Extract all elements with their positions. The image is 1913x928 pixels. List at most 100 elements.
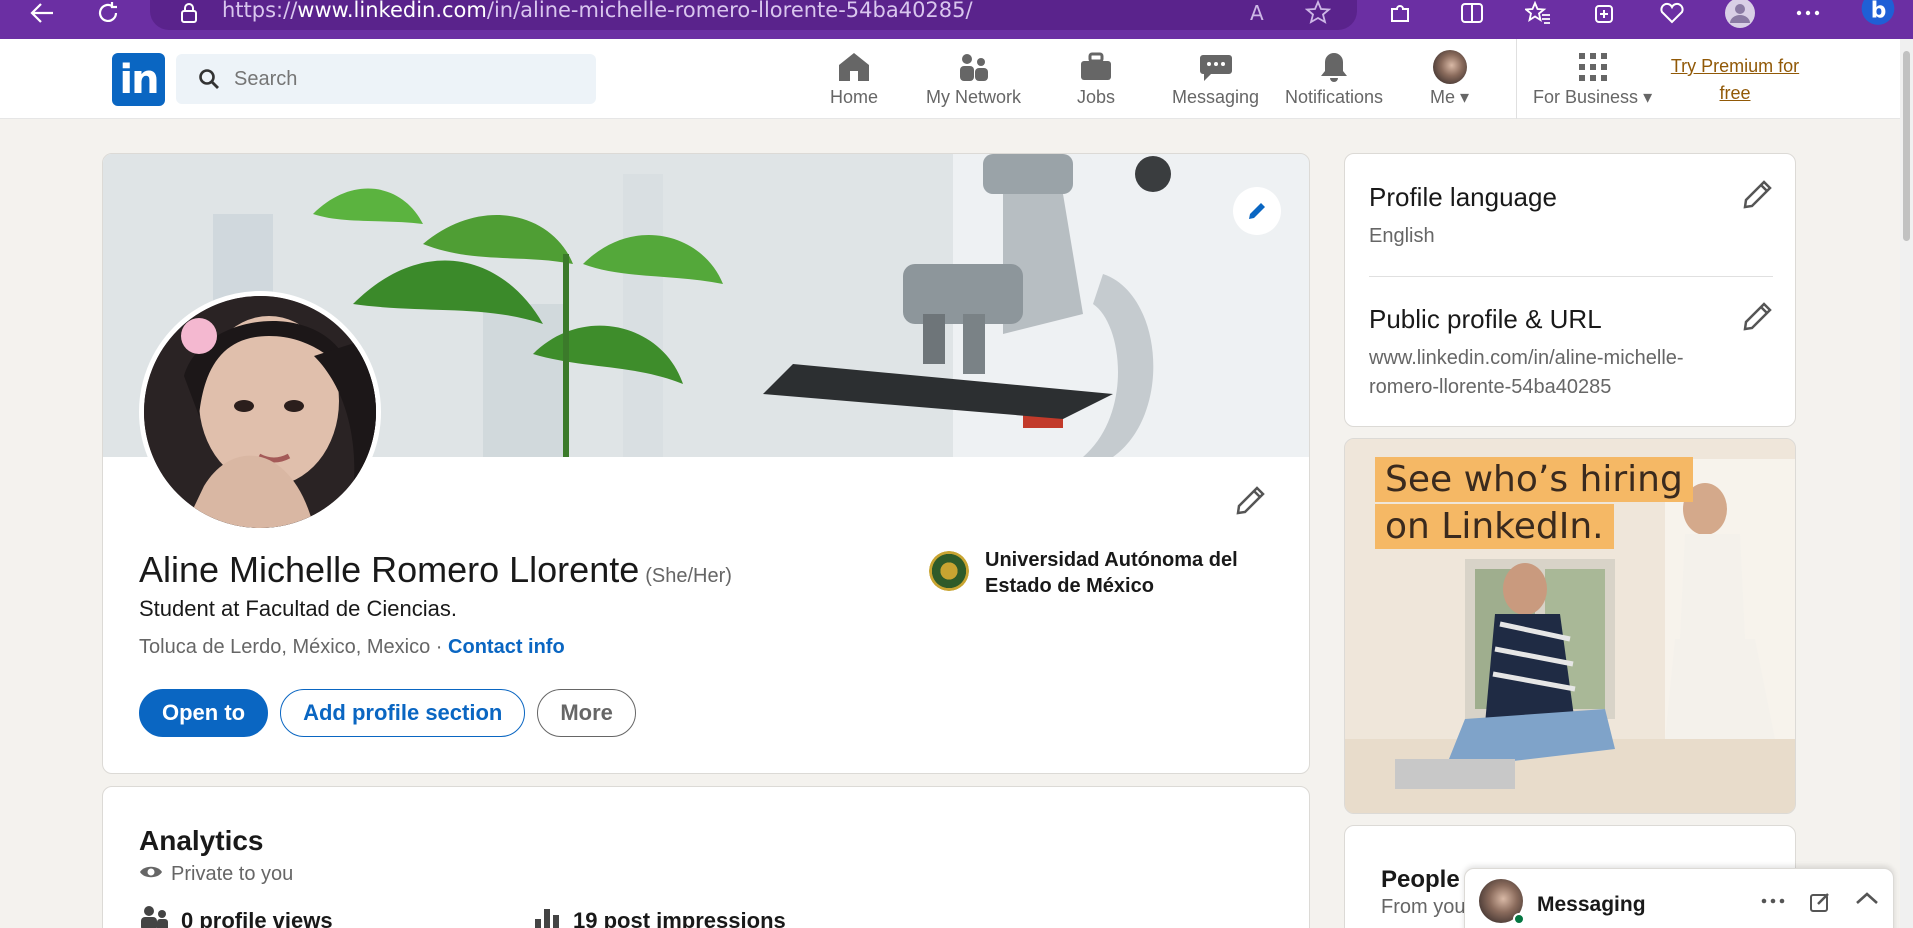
read-aloud-icon[interactable]: A — [1250, 1, 1276, 29]
pencil-icon — [1236, 486, 1265, 515]
search-icon — [198, 68, 220, 95]
profile-school[interactable]: Universidad Autónoma del Estado de Méxic… — [929, 547, 1259, 599]
nav-me[interactable]: Me ▾ — [1430, 49, 1469, 113]
collections-icon[interactable] — [1585, 0, 1625, 26]
nav-notifications-label: Notifications — [1285, 87, 1384, 107]
more-button[interactable]: More — [537, 689, 636, 737]
grid-icon — [1578, 49, 1608, 85]
hiring-ad[interactable]: See who’s hiring on LinkedIn. — [1344, 438, 1796, 814]
profile-location: Toluca de Lerdo, México, Mexico — [139, 636, 431, 658]
open-to-button[interactable]: Open to — [139, 689, 269, 737]
avatar — [1432, 49, 1467, 85]
nav-home-label: Home — [830, 87, 879, 107]
post-impressions-stat[interactable]: 19 post impressions — [533, 905, 786, 928]
profile-views-stat[interactable]: 0 profile views — [139, 905, 333, 928]
nav-messaging[interactable]: Messaging — [1172, 49, 1259, 113]
pencil-icon — [1249, 203, 1265, 219]
favorites-icon[interactable] — [1518, 0, 1558, 26]
nav-my-network-label: My Network — [926, 87, 1022, 107]
refresh-icon[interactable] — [88, 0, 128, 26]
nav-for-business-label: For Business ▾ — [1533, 87, 1653, 107]
online-status-dot — [1513, 913, 1525, 925]
copilot-icon[interactable]: b — [1858, 0, 1898, 26]
linkedin-header: in Home My Network Jobs Messaging Notif — [0, 39, 1900, 119]
search-bar[interactable] — [176, 54, 596, 104]
nav-me-label: Me ▾ — [1430, 87, 1470, 107]
profile-intro-card: Aline Michelle Romero Llorente (She/Her) … — [102, 153, 1310, 774]
scrollbar-thumb[interactable] — [1903, 51, 1910, 241]
analytics-privacy-text: Private to you — [171, 863, 294, 885]
profile-location-line: Toluca de Lerdo, México, Mexico · Contac… — [139, 636, 565, 659]
nav-my-network[interactable]: My Network — [926, 49, 1021, 113]
profile-name-text: Aline Michelle Romero Llorente — [139, 549, 640, 590]
public-profile-url: www.linkedin.com/in/aline-michelle-romer… — [1369, 347, 1684, 398]
home-icon — [837, 49, 871, 85]
back-icon[interactable] — [22, 0, 62, 26]
nav-for-business[interactable]: For Business ▾ — [1533, 49, 1652, 113]
network-icon — [957, 49, 991, 85]
address-bar[interactable]: https://www.linkedin.com/in/aline-michel… — [150, 0, 1357, 30]
profile-pronouns: (She/Her) — [645, 565, 732, 587]
more-options-icon[interactable] — [1761, 891, 1785, 918]
analytics-privacy: Private to you — [139, 863, 293, 886]
edit-url-button[interactable] — [1740, 300, 1774, 339]
url-text: https://www.linkedin.com/in/aline-michel… — [222, 0, 973, 22]
profile-actions: Open to Add profile section More — [139, 689, 636, 737]
chevron-down-icon: ▾ — [1460, 87, 1470, 107]
profile-headline: Student at Facultad de Ciencias. — [139, 596, 457, 621]
nav-home[interactable]: Home — [830, 49, 878, 113]
location-separator: · — [430, 636, 449, 658]
profile-photo[interactable] — [139, 291, 381, 533]
people-icon — [139, 905, 169, 928]
profile-language-title: Profile language — [1369, 182, 1557, 212]
nav-jobs[interactable]: Jobs — [1077, 49, 1115, 113]
briefcase-icon — [1079, 49, 1113, 85]
premium-line-2: free — [1719, 83, 1751, 103]
pencil-icon — [1743, 180, 1772, 209]
extensions-icon[interactable] — [1380, 0, 1420, 26]
ad-headline: See who’s hiring on LinkedIn. — [1375, 457, 1693, 551]
profile-name: Aline Michelle Romero Llorente (She/Her) — [139, 549, 732, 591]
browser-toolbar: https://www.linkedin.com/in/aline-michel… — [0, 0, 1913, 39]
svg-text:b: b — [1871, 0, 1887, 24]
chevron-down-icon: ▾ — [1643, 87, 1653, 107]
analytics-title: Analytics — [139, 825, 264, 856]
contact-info-link[interactable]: Contact info — [448, 636, 565, 658]
messaging-label: Messaging — [1537, 893, 1646, 916]
nav-jobs-label: Jobs — [1077, 87, 1116, 107]
search-input[interactable] — [234, 54, 574, 104]
profile-icon[interactable] — [1720, 0, 1760, 28]
favorite-star-icon[interactable] — [1304, 0, 1332, 29]
more-menu-icon[interactable] — [1788, 0, 1828, 26]
school-name: Universidad Autónoma del Estado de Méxic… — [985, 549, 1238, 597]
page-scrollbar[interactable] — [1900, 39, 1913, 928]
compose-icon[interactable] — [1809, 891, 1831, 918]
analytics-card: Analytics Private to you 0 profile views… — [102, 786, 1310, 928]
messaging-overlay[interactable]: Messaging — [1464, 868, 1894, 928]
nav-divider — [1516, 39, 1517, 119]
post-impressions-text: 19 post impressions — [573, 908, 786, 928]
chevron-up-icon[interactable] — [1855, 891, 1879, 918]
nav-notifications[interactable]: Notifications — [1285, 49, 1383, 113]
edit-intro-button[interactable] — [1233, 484, 1267, 523]
ad-line-1: See who’s hiring — [1375, 457, 1693, 502]
ad-line-2: on LinkedIn. — [1375, 504, 1614, 549]
bar-chart-icon — [533, 905, 561, 928]
nav-messaging-label: Messaging — [1172, 87, 1260, 107]
svg-text:A: A — [1250, 2, 1264, 24]
profile-views-text: 0 profile views — [181, 908, 333, 928]
edit-banner-button[interactable] — [1233, 187, 1281, 235]
try-premium-link[interactable]: Try Premium for free — [1660, 53, 1810, 107]
premium-line-1: Try Premium for — [1670, 56, 1800, 76]
public-profile-title: Public profile & URL — [1369, 304, 1602, 334]
add-profile-section-button[interactable]: Add profile section — [280, 689, 526, 737]
split-screen-icon[interactable] — [1452, 0, 1492, 26]
linkedin-logo[interactable]: in — [112, 53, 165, 106]
bell-icon — [1317, 49, 1351, 85]
people-subtitle: From you — [1381, 896, 1466, 918]
divider — [1369, 276, 1773, 277]
eye-icon — [139, 863, 163, 886]
browser-essentials-icon[interactable] — [1652, 0, 1692, 26]
edit-language-button[interactable] — [1740, 178, 1774, 217]
school-logo — [929, 551, 969, 591]
